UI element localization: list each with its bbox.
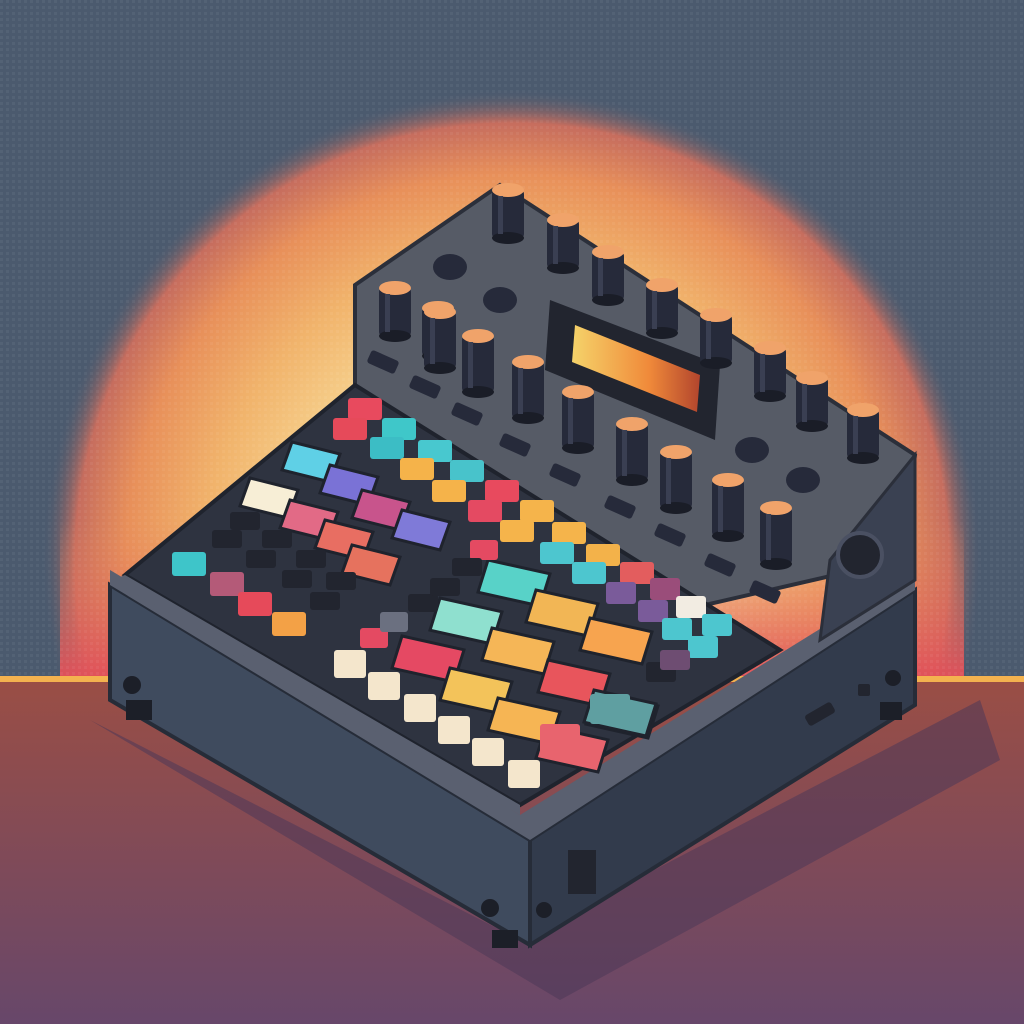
pixel-art-scene bbox=[0, 0, 1024, 1024]
knob bbox=[379, 281, 411, 342]
drum-machine-illustration bbox=[0, 0, 1024, 1024]
knob bbox=[592, 245, 624, 306]
knob bbox=[462, 329, 494, 398]
knob bbox=[796, 371, 828, 432]
knob bbox=[754, 341, 786, 402]
knob bbox=[646, 278, 678, 339]
knob bbox=[616, 417, 648, 486]
knob bbox=[700, 308, 732, 369]
knob bbox=[547, 213, 579, 274]
knob bbox=[847, 403, 879, 464]
knob bbox=[492, 183, 524, 244]
knob bbox=[760, 501, 792, 570]
knob bbox=[512, 355, 544, 424]
knob bbox=[562, 385, 594, 454]
knob bbox=[424, 305, 456, 374]
knob bbox=[712, 473, 744, 542]
knob bbox=[660, 445, 692, 514]
